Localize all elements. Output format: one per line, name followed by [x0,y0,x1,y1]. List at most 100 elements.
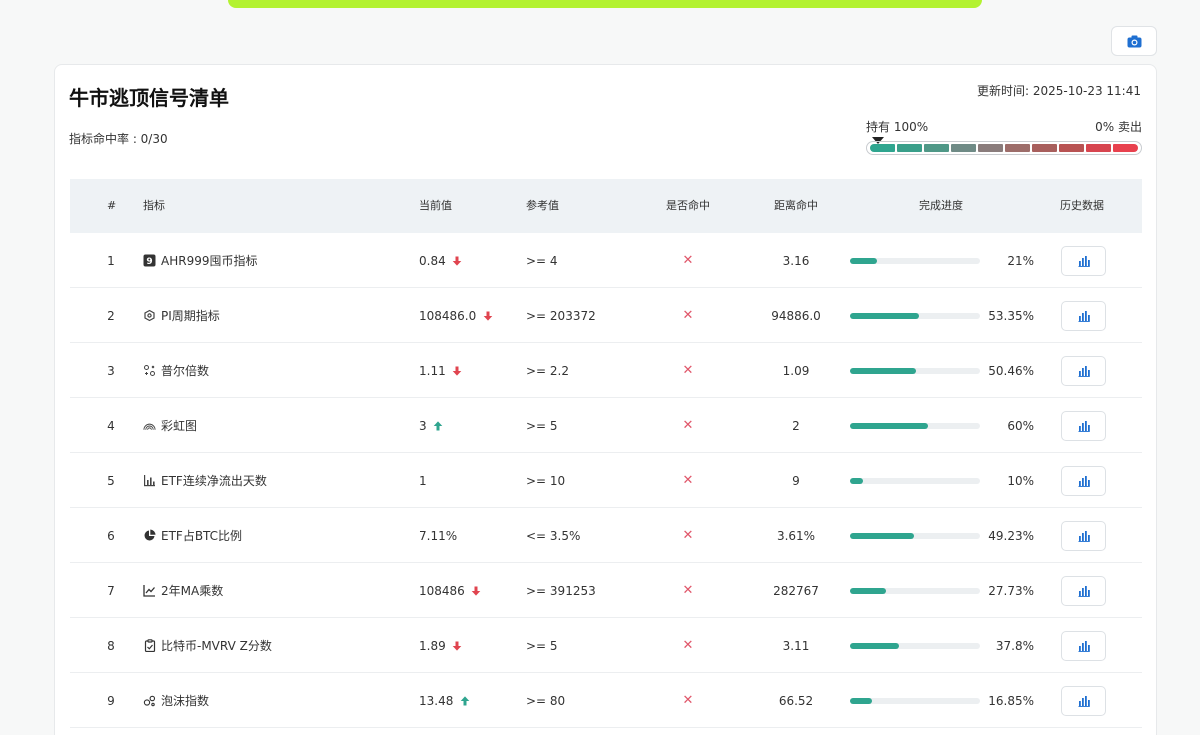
distance-value: 2 [792,418,800,433]
distance-value: 282767 [773,583,819,598]
cycle-icon [143,309,156,322]
table-row: 6 ETF占BTC比例 7.11% <= 3.5% ✕ 3.61% 49.23% [70,508,1142,563]
history-cell [1061,288,1106,343]
row-index: 9 [107,693,115,708]
camera-icon [1127,35,1141,47]
table-row: 5 ETF连续净流出天数 1 >= 10 ✕ 9 10% [70,453,1142,508]
history-cell [1061,673,1106,728]
gauge-segment [870,144,895,152]
table-row: 2 PI周期指标 108486.0 >= 203372 ✕ 94886.0 53.35% [70,288,1142,343]
distance-value: 1.09 [782,363,810,378]
not-hit-icon: ✕ [682,363,694,378]
reference-value: >= 203372 [526,308,596,323]
table-row: 1 9 AHR999囤币指标 0.84 >= 4 ✕ 3.16 21% [70,233,1142,288]
row-index: 5 [107,473,115,488]
progress-track [850,257,980,264]
progress-percent: 21% [1007,253,1034,268]
current-value-cell: 13.48 [419,673,471,728]
arrow-down-icon [481,309,494,322]
progress-cell [850,563,980,618]
indicator-name: ETF连续净流出天数 [161,474,267,488]
header-distance: 距离命中 [774,199,818,212]
row-index: 3 [107,363,115,378]
current-value-cell: 7.11% [419,508,457,563]
current-value-cell: 1.89 [419,618,464,673]
history-cell [1061,343,1106,398]
gauge-segment [1032,144,1057,152]
indicator-name: ETF占BTC比例 [161,529,243,543]
screenshot-button[interactable] [1111,26,1157,56]
gauge-segment [924,144,949,152]
hold-sell-gauge [866,141,1142,155]
history-data-button[interactable] [1061,410,1106,441]
not-hit-icon: ✕ [682,253,694,268]
not-hit-icon: ✕ [682,473,694,488]
badge-9-icon: 9 [143,254,156,267]
indicator-name-cell: 普尔倍数 [143,343,209,398]
indicator-rows: 1 9 AHR999囤币指标 0.84 >= 4 ✕ 3.16 21% 2 PI周期指标 10848… [70,233,1142,728]
history-data-button[interactable] [1061,355,1106,386]
reference-value: >= 2.2 [526,363,570,378]
gauge-segment [1113,144,1138,152]
table-row: 8 比特币-MVRV Z分数 1.89 >= 5 ✕ 3.11 37.8% [70,618,1142,673]
chart-icon [1077,419,1090,432]
progress-cell [850,343,980,398]
progress-fill [850,532,914,539]
indicator-name: 泡沫指数 [161,694,210,708]
history-data-button[interactable] [1061,685,1106,716]
row-index: 1 [107,253,115,268]
current-value-cell: 0.84 [419,233,464,288]
distance-value: 66.52 [778,693,814,708]
header-hit: 是否命中 [666,199,710,212]
not-hit-icon: ✕ [682,308,694,323]
current-value-cell: 108486 [419,563,483,618]
gauge-segment [1059,144,1084,152]
chart-icon [1077,364,1090,377]
progress-fill [850,422,928,429]
indicator-name: PI周期指标 [161,309,220,323]
history-data-button[interactable] [1061,630,1106,661]
current-value-cell: 1.11 [419,343,464,398]
multiplier-icon [143,364,156,377]
current-value-cell: 3 [419,398,445,453]
current-value: 108486.0 [419,308,477,323]
progress-percent: 53.35% [988,308,1034,323]
history-data-button[interactable] [1061,245,1106,276]
distance-value: 3.16 [782,253,810,268]
rainbow-icon [143,419,156,432]
gauge-right-label: 0% 卖出 [1095,120,1142,134]
history-data-button[interactable] [1061,520,1106,551]
history-data-button[interactable] [1061,465,1106,496]
history-cell [1061,618,1106,673]
progress-cell [850,673,980,728]
top-banner [228,0,982,8]
reference-value: >= 5 [526,418,558,433]
header-index: # [107,199,117,212]
history-cell [1061,233,1106,288]
reference-value: >= 4 [526,253,558,268]
not-hit-icon: ✕ [682,583,694,598]
history-data-button[interactable] [1061,300,1106,331]
reference-value: >= 391253 [526,583,596,598]
progress-cell [850,618,980,673]
progress-percent: 16.85% [988,693,1034,708]
header-current: 当前值 [419,199,452,212]
chart-icon [1077,694,1090,707]
history-cell [1061,453,1106,508]
clipboard-icon [143,639,156,652]
reference-value: >= 80 [526,693,566,708]
history-data-button[interactable] [1061,575,1106,606]
distance-value: 3.11 [782,638,810,653]
not-hit-icon: ✕ [682,693,694,708]
progress-percent: 10% [1007,473,1034,488]
arrow-down-icon [451,364,464,377]
signal-list-card: 牛市逃顶信号清单 指标命中率 : 0/30 更新时间: 2025-10-23 1… [54,64,1157,735]
header-progress: 完成进度 [919,199,963,212]
current-value: 13.48 [419,693,454,708]
indicator-name-cell: ETF占BTC比例 [143,508,242,563]
row-index: 6 [107,528,115,543]
not-hit-icon: ✕ [682,528,694,543]
indicator-name: 2年MA乘数 [161,584,224,598]
history-cell [1061,508,1106,563]
indicator-name: 普尔倍数 [161,364,210,378]
